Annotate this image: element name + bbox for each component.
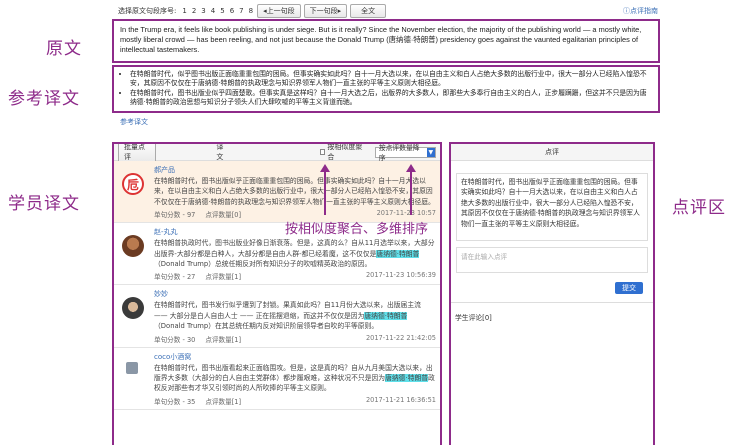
aggregate-label: 按相似度聚合 bbox=[327, 143, 363, 161]
translation-text: 在特朗普时代，图书发行似乎遭到了封锁。果真如此吗？自11月份大选以来，出版届主流… bbox=[154, 301, 421, 331]
segment-number-6[interactable]: 6 bbox=[229, 7, 235, 15]
review-panel: 点评 在特朗普时代，图书出版似乎正面临重重包围的困局。但事实确实如此吗？自十一月… bbox=[449, 142, 655, 445]
comment-count: 点评数量[1] bbox=[205, 335, 242, 344]
avatar: 卮 bbox=[122, 173, 144, 195]
label-original: 原文 bbox=[46, 39, 82, 59]
reference-translation-box: 在特朗普时代，似乎图书出版正面临重重包围的困局。但事实确实如此吗？自十一月大选以… bbox=[112, 65, 660, 113]
original-text-box: In the Trump era, it feels like book pub… bbox=[112, 19, 660, 63]
translation-entry[interactable]: 卮 郝产品 在特朗普时代，图书出版似乎正面临重重包围的困局。但事实确实如此吗？自… bbox=[114, 161, 440, 224]
aggregate-checkbox[interactable] bbox=[319, 149, 326, 155]
similarity-highlight: 唐纳德·特朗普 bbox=[376, 249, 420, 258]
segment-number-3[interactable]: 3 bbox=[200, 7, 206, 15]
translation-entry[interactable]: 妙妙 在特朗普时代，图书发行似乎遭到了封锁。果真如此吗？自11月份大选以来，出版… bbox=[114, 285, 440, 348]
avatar bbox=[126, 361, 138, 374]
translation-text: 在特朗普时代，图书出版看起来正面临围攻。但是，这是真的吗？自从九月美国大选以来，… bbox=[154, 363, 435, 393]
avatar bbox=[122, 297, 144, 320]
translator-name[interactable]: coco小酒窝 bbox=[154, 352, 436, 362]
selected-translation-quote: 在特朗普时代，图书出版似乎正面临重重包围的困局。但事实确实如此吗？自十一月大选以… bbox=[456, 173, 648, 241]
sentence-score: 单句分数 - 27 bbox=[154, 273, 196, 282]
sentence-score: 单句分数 - 30 bbox=[154, 335, 196, 344]
review-guide-link[interactable]: ⓘ点评指南 bbox=[623, 6, 658, 16]
annotation-arrow-line bbox=[324, 170, 326, 215]
aggregate-toggle[interactable]: 按相似度聚合 bbox=[319, 143, 367, 162]
sentence-score: 单句分数 - 35 bbox=[154, 397, 196, 406]
submit-review-button[interactable]: 提交 bbox=[615, 282, 643, 294]
segment-number-4[interactable]: 4 bbox=[210, 7, 216, 15]
entry-date: 2017-11-21 16:36:51 bbox=[365, 395, 436, 404]
annotation-arrow-line bbox=[410, 170, 412, 215]
segment-number-5[interactable]: 5 bbox=[219, 7, 225, 15]
annotation-arrow-head bbox=[406, 164, 416, 172]
sentence-score: 单句分数 - 97 bbox=[154, 211, 196, 220]
translation-entry[interactable]: coco小酒窝 在特朗普时代，图书出版看起来正面临围攻。但是，这是真的吗？自从九… bbox=[114, 348, 440, 410]
original-text: In the Trump era, it feels like book pub… bbox=[120, 25, 642, 54]
reference-item: 在特朗普时代，图书出版业似乎四面楚歌。但事实真是这样吗？自十一月大选之后，出版界… bbox=[130, 89, 652, 108]
segment-toolbar: 选择原文句段序号: 1 2 3 4 5 6 7 8 ◂上一句段 下一句段▸ 全文… bbox=[118, 3, 658, 19]
segment-select-label: 选择原文句段序号: bbox=[118, 7, 177, 15]
reference-translation-link[interactable]: 参考译文 bbox=[120, 117, 148, 127]
avatar bbox=[122, 235, 144, 258]
comment-count: 点评数量[1] bbox=[205, 397, 242, 406]
similarity-highlight: 唐纳德·特朗普 bbox=[364, 311, 408, 320]
label-reference: 参考译文 bbox=[8, 89, 80, 109]
label-review: 点评区 bbox=[672, 198, 726, 218]
segment-number-1[interactable]: 1 bbox=[181, 7, 187, 15]
translation-text: 在特朗普执政时代，图书出版业好像日渐衰落。但是，这真的么？自从11月选举以来，大… bbox=[154, 239, 435, 269]
feature-annotation: 按相似度聚合、多维排序 bbox=[285, 222, 429, 237]
translator-name[interactable]: 郝产品 bbox=[154, 165, 436, 175]
next-segment-button[interactable]: 下一句段▸ bbox=[303, 4, 348, 18]
translations-title: 译文 bbox=[216, 143, 224, 161]
review-header: 点评 bbox=[451, 144, 653, 161]
reference-item: 在特朗普时代，似乎图书出版正面临重重包围的困局。但事实确实如此吗？自十一月大选以… bbox=[130, 70, 652, 89]
comment-count: 点评数量[0] bbox=[205, 211, 242, 220]
prev-segment-button[interactable]: ◂上一句段 bbox=[257, 4, 301, 18]
annotation-arrow-head bbox=[320, 164, 330, 172]
comment-count: 点评数量[1] bbox=[205, 273, 242, 282]
entry-date: 2017-11-22 21:42:05 bbox=[365, 333, 436, 342]
segment-number-2[interactable]: 2 bbox=[191, 7, 197, 15]
translation-text: 在特朗普时代，图书出版似乎正面临重重包围的困局。但事实确实如此吗？自十一月大选以… bbox=[154, 177, 435, 206]
sort-select[interactable]: 按点评数量降序 ▼ bbox=[374, 144, 436, 162]
segment-number-8[interactable]: 8 bbox=[248, 7, 254, 15]
review-input[interactable]: 请在此输入点评 bbox=[456, 247, 648, 273]
translator-name[interactable]: 妙妙 bbox=[154, 289, 436, 299]
similarity-highlight: 唐纳德·特朗普 bbox=[385, 374, 429, 383]
chevron-down-icon[interactable]: ▼ bbox=[426, 147, 435, 157]
entry-date: 2017-11-23 10:56:39 bbox=[365, 271, 436, 280]
student-translations-panel: 批量点评 译文 按相似度聚合 按点评数量降序 ▼ 卮 郝产品 在特朗普时代，图书… bbox=[112, 142, 442, 445]
divider bbox=[451, 302, 653, 303]
student-comments-label: 学生评论[0] bbox=[455, 314, 492, 322]
full-text-button[interactable]: 全文 bbox=[350, 4, 387, 18]
label-student: 学员译文 bbox=[8, 194, 80, 214]
translations-header: 批量点评 译文 按相似度聚合 按点评数量降序 ▼ bbox=[114, 143, 440, 164]
sort-selected-value: 按点评数量降序 bbox=[378, 144, 420, 162]
segment-number-7[interactable]: 7 bbox=[238, 7, 244, 15]
